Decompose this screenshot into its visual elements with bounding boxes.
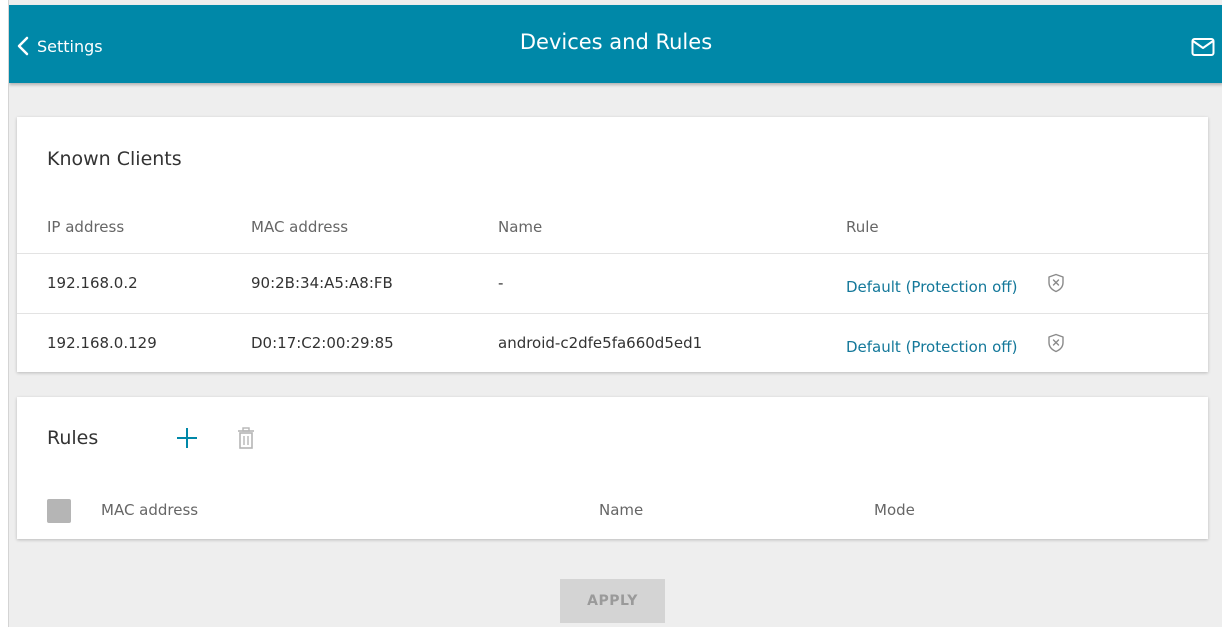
column-header-name: Name	[498, 218, 543, 236]
client-row[interactable]: 192.168.0.129 D0:17:C2:00:29:85 android-…	[17, 313, 1208, 372]
page-title: Devices and Rules	[519, 30, 713, 54]
rules-title: Rules	[47, 427, 99, 449]
client-ip: 192.168.0.2	[47, 274, 138, 292]
column-header-mac: MAC address	[251, 218, 349, 236]
known-clients-title: Known Clients	[47, 148, 182, 170]
top-bar: Settings Devices and Rules	[9, 5, 1222, 83]
client-row[interactable]: 192.168.0.2 90:2B:34:A5:A8:FB - Default …	[17, 253, 1208, 312]
select-all-checkbox[interactable]	[47, 499, 71, 523]
apply-button[interactable]: APPLY	[560, 579, 665, 623]
client-name: android-c2dfe5fa660d5ed1	[498, 334, 703, 352]
shield-x-icon[interactable]	[1047, 333, 1065, 353]
client-ip: 192.168.0.129	[47, 334, 157, 352]
column-header-ip: IP address	[47, 218, 125, 236]
rules-column-name: Name	[599, 501, 644, 519]
rules-card: Rules MAC address Name Mode	[17, 397, 1208, 539]
rules-column-mode: Mode	[874, 501, 915, 519]
client-name: -	[498, 274, 504, 292]
client-mac: D0:17:C2:00:29:85	[251, 334, 394, 352]
mail-icon[interactable]	[1191, 37, 1215, 57]
app-window: Settings Devices and Rules Known Clients…	[8, 0, 1222, 627]
client-rule-link[interactable]: Default (Protection off)	[846, 278, 1017, 296]
client-mac: 90:2B:34:A5:A8:FB	[251, 274, 393, 292]
rules-column-mac: MAC address	[101, 501, 199, 519]
trash-icon[interactable]	[236, 426, 256, 450]
column-header-rule: Rule	[846, 218, 879, 236]
client-rule-link[interactable]: Default (Protection off)	[846, 338, 1017, 356]
shield-x-icon[interactable]	[1047, 273, 1065, 293]
plus-icon[interactable]	[175, 426, 199, 450]
known-clients-card: Known Clients IP address MAC address Nam…	[17, 117, 1208, 372]
